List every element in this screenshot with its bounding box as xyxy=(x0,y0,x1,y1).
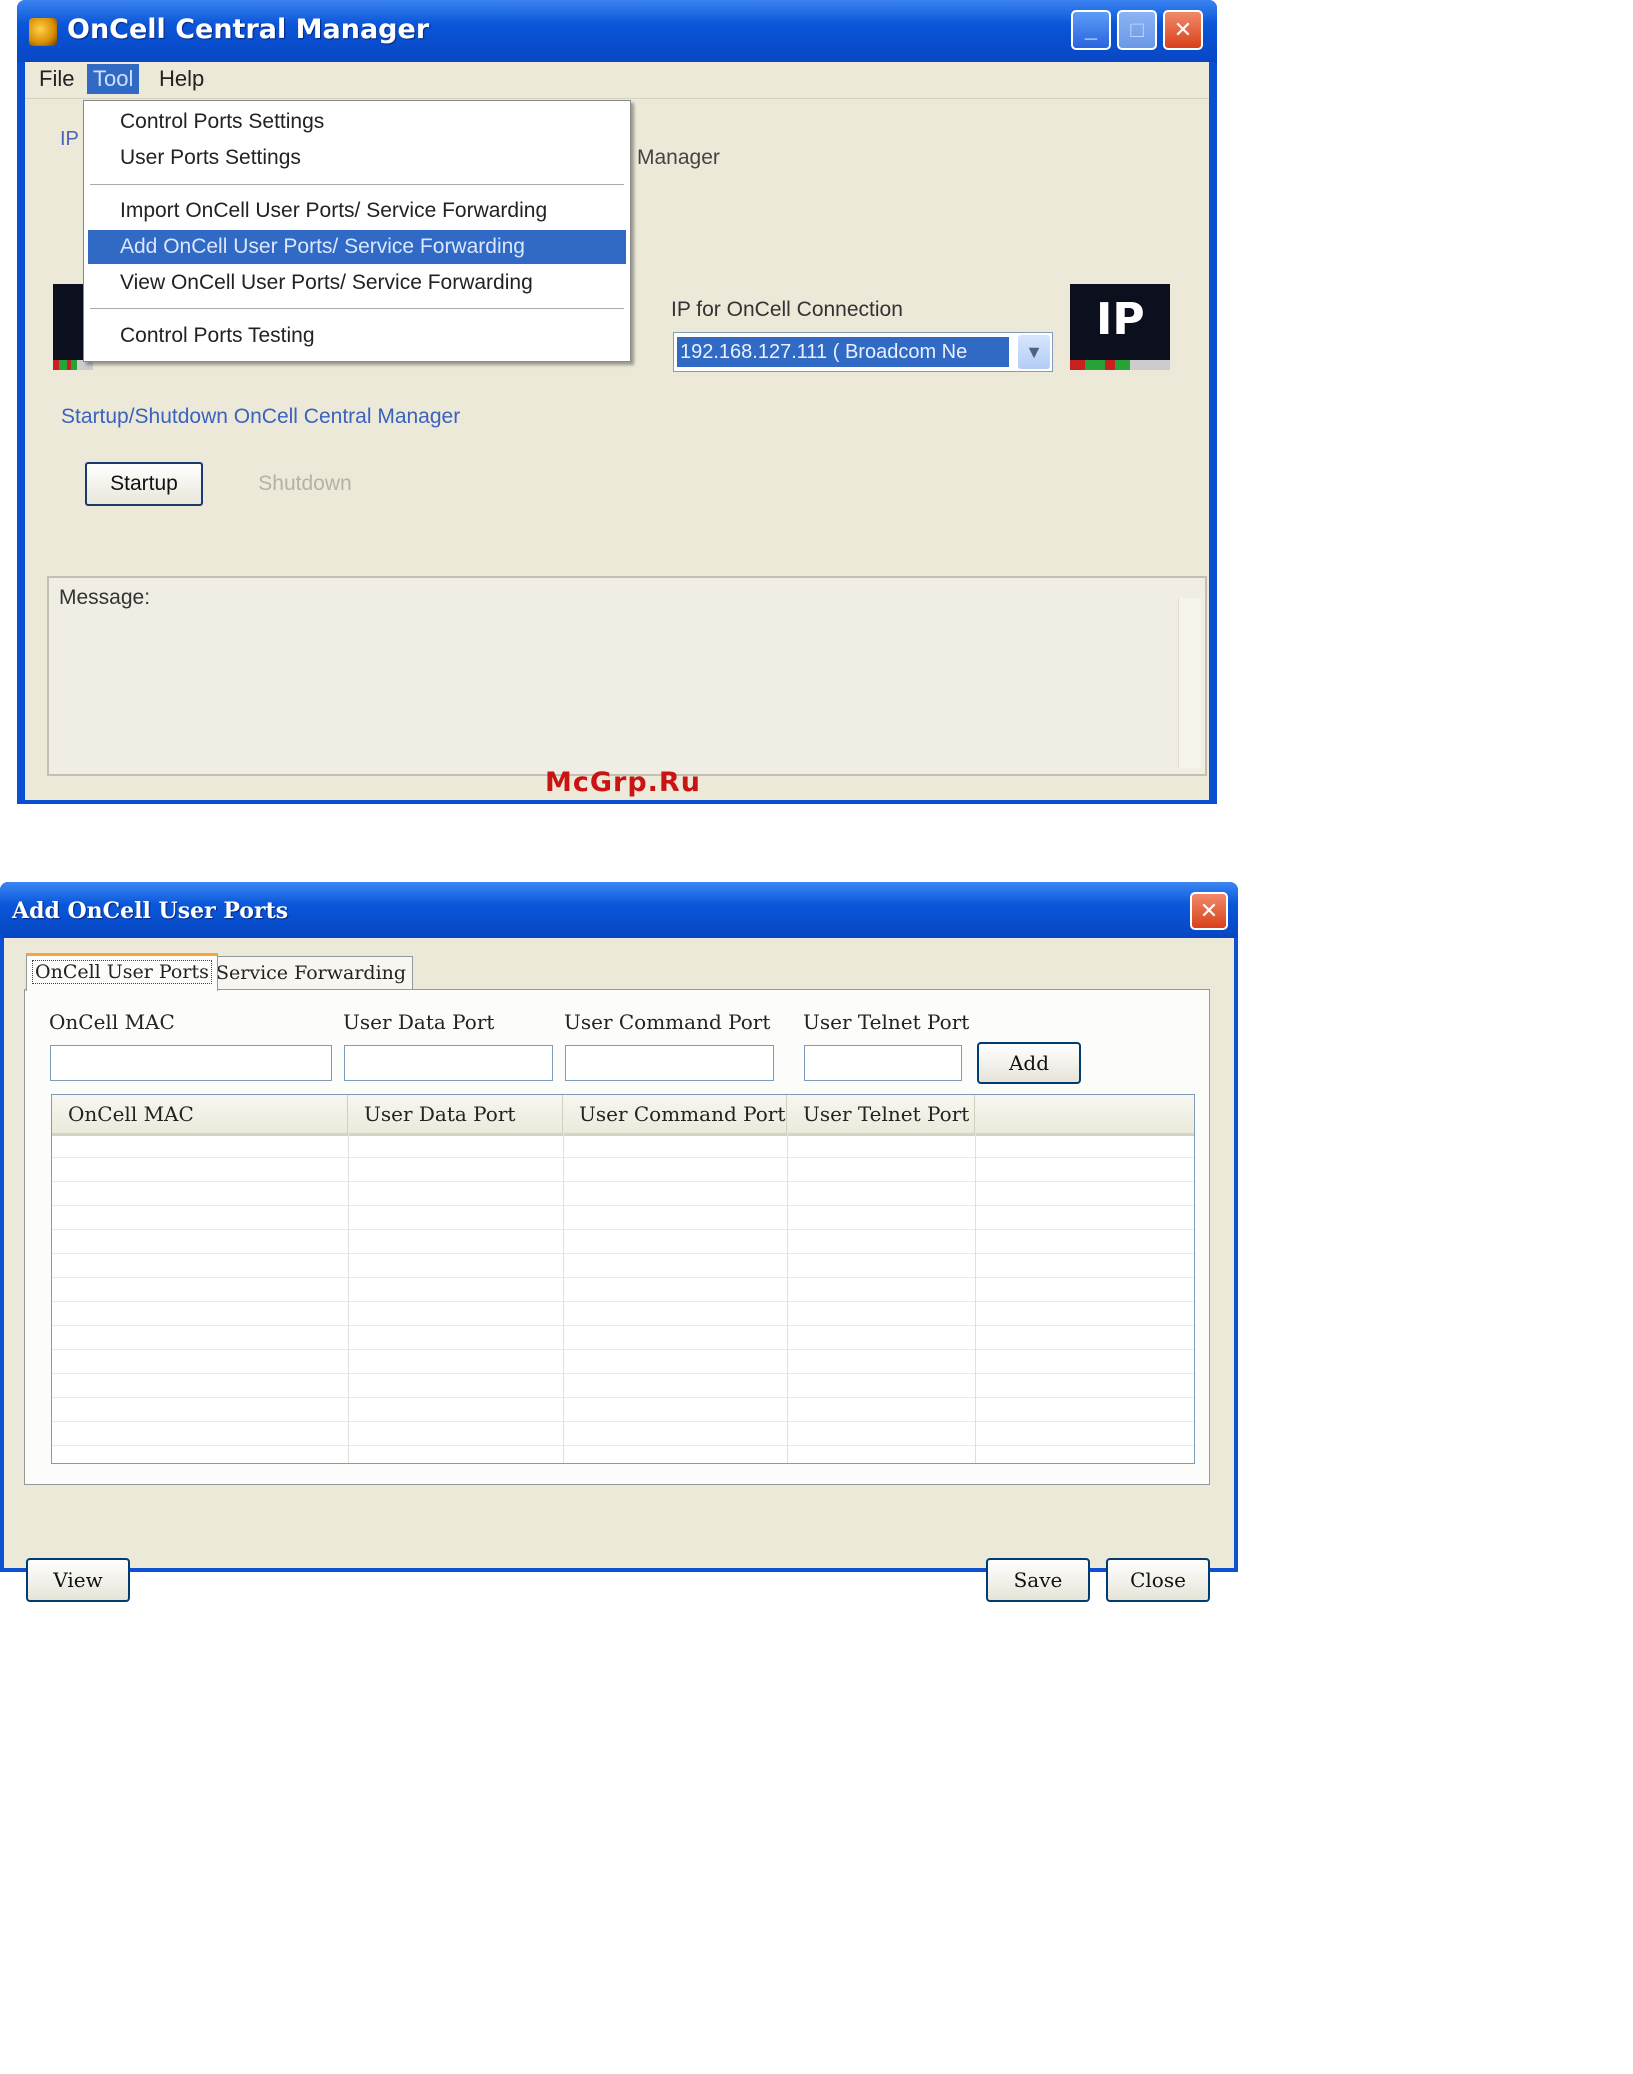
table-header: OnCell MAC User Data Port User Command P… xyxy=(52,1095,1194,1136)
maximize-button[interactable]: □ xyxy=(1117,10,1157,50)
dialog-client-area: OnCell User Ports Service Forwarding OnC… xyxy=(4,938,1234,1602)
minimize-button[interactable]: _ xyxy=(1071,10,1111,50)
ip-connection-select[interactable]: 192.168.127.111 ( Broadcom Ne ▼ xyxy=(673,332,1053,372)
app-icon xyxy=(29,18,57,46)
tab-panel: OnCell MAC User Data Port User Command P… xyxy=(24,989,1210,1485)
table-row xyxy=(52,1325,1194,1350)
column-divider xyxy=(563,1133,564,1463)
table-row xyxy=(52,1253,1194,1278)
tab-oncell-user-ports[interactable]: OnCell User Ports xyxy=(26,953,218,991)
message-label: Message: xyxy=(59,586,151,609)
menu-item-view-user-ports[interactable]: View OnCell User Ports/ Service Forwardi… xyxy=(88,266,626,300)
add-button[interactable]: Add xyxy=(977,1042,1081,1084)
message-scrollbar[interactable] xyxy=(1178,598,1201,768)
data-port-input[interactable] xyxy=(344,1045,553,1081)
menu-item-control-ports-testing[interactable]: Control Ports Testing xyxy=(88,319,626,353)
column-divider xyxy=(787,1133,788,1463)
save-button[interactable]: Save xyxy=(986,1558,1090,1602)
column-header-mac[interactable]: OnCell MAC xyxy=(52,1095,348,1133)
table-row xyxy=(52,1133,1194,1158)
column-header-filler xyxy=(975,1095,1194,1133)
command-port-label: User Command Port xyxy=(564,1010,771,1034)
ip-connection-label: IP for OnCell Connection xyxy=(671,298,903,321)
close-button[interactable]: ✕ xyxy=(1163,10,1203,50)
menu-tool[interactable]: Tool xyxy=(87,64,140,94)
tab-service-forwarding[interactable]: Service Forwarding xyxy=(209,956,414,990)
telnet-port-input[interactable] xyxy=(804,1045,962,1081)
window-title: OnCell Central Manager xyxy=(67,14,430,45)
user-ports-table: OnCell MAC User Data Port User Command P… xyxy=(51,1094,1195,1464)
menu-item-add-user-ports[interactable]: Add OnCell User Ports/ Service Forwardin… xyxy=(88,230,626,264)
column-header-telnet-port[interactable]: User Telnet Port xyxy=(787,1095,975,1133)
table-row xyxy=(52,1349,1194,1374)
data-port-label: User Data Port xyxy=(343,1010,495,1034)
startup-button[interactable]: Startup xyxy=(85,462,203,506)
dialog-title-bar[interactable]: Add OnCell User Ports ✕ xyxy=(0,882,1238,938)
table-row xyxy=(52,1373,1194,1398)
main-window: OnCell Central Manager _ □ ✕ File Tool H… xyxy=(17,0,1217,804)
ip-graphic-right: IP xyxy=(1070,284,1170,370)
table-row xyxy=(52,1301,1194,1326)
command-port-input[interactable] xyxy=(565,1045,774,1081)
menu-item-import-user-ports[interactable]: Import OnCell User Ports/ Service Forwar… xyxy=(88,194,626,228)
add-user-ports-dialog: Add OnCell User Ports ✕ OnCell User Port… xyxy=(0,882,1238,1602)
view-button[interactable]: View xyxy=(26,1558,130,1602)
watermark: McGrp.Ru xyxy=(545,767,701,798)
telnet-port-label: User Telnet Port xyxy=(803,1010,970,1034)
ip-connection-value: 192.168.127.111 ( Broadcom Ne xyxy=(677,337,1009,367)
menu-separator xyxy=(90,308,624,310)
close-dialog-button[interactable]: Close xyxy=(1106,1558,1210,1602)
column-divider xyxy=(975,1133,976,1463)
chevron-down-icon[interactable]: ▼ xyxy=(1018,335,1050,369)
dialog-title: Add OnCell User Ports xyxy=(12,898,289,924)
menu-item-user-ports-settings[interactable]: User Ports Settings xyxy=(88,141,626,175)
table-row xyxy=(52,1445,1194,1463)
startup-section-label: Startup/Shutdown OnCell Central Manager xyxy=(61,405,461,428)
table-row xyxy=(52,1229,1194,1254)
table-row xyxy=(52,1157,1194,1182)
title-bar[interactable]: OnCell Central Manager _ □ ✕ xyxy=(17,0,1217,62)
menu-separator xyxy=(90,184,624,186)
table-row xyxy=(52,1181,1194,1206)
table-row xyxy=(52,1421,1194,1446)
column-divider xyxy=(348,1133,349,1463)
dialog-close-button[interactable]: ✕ xyxy=(1190,892,1228,930)
table-row xyxy=(52,1277,1194,1302)
mac-input[interactable] xyxy=(50,1045,332,1081)
message-box: Message: xyxy=(47,576,1207,776)
table-row xyxy=(52,1205,1194,1230)
menu-bar: File Tool Help xyxy=(25,62,1209,99)
shutdown-button[interactable]: Shutdown xyxy=(245,462,365,506)
mac-label: OnCell MAC xyxy=(49,1010,175,1034)
menu-help[interactable]: Help xyxy=(153,64,210,94)
menu-file[interactable]: File xyxy=(33,64,80,94)
manager-label-fragment: Manager xyxy=(637,146,720,169)
tool-menu-dropdown: Control Ports Settings User Ports Settin… xyxy=(83,100,631,362)
menu-item-control-ports-settings[interactable]: Control Ports Settings xyxy=(88,105,626,139)
ip-label-fragment: IP xyxy=(60,128,79,150)
column-header-command-port[interactable]: User Command Port xyxy=(563,1095,787,1133)
column-header-data-port[interactable]: User Data Port xyxy=(348,1095,563,1133)
table-row xyxy=(52,1397,1194,1422)
